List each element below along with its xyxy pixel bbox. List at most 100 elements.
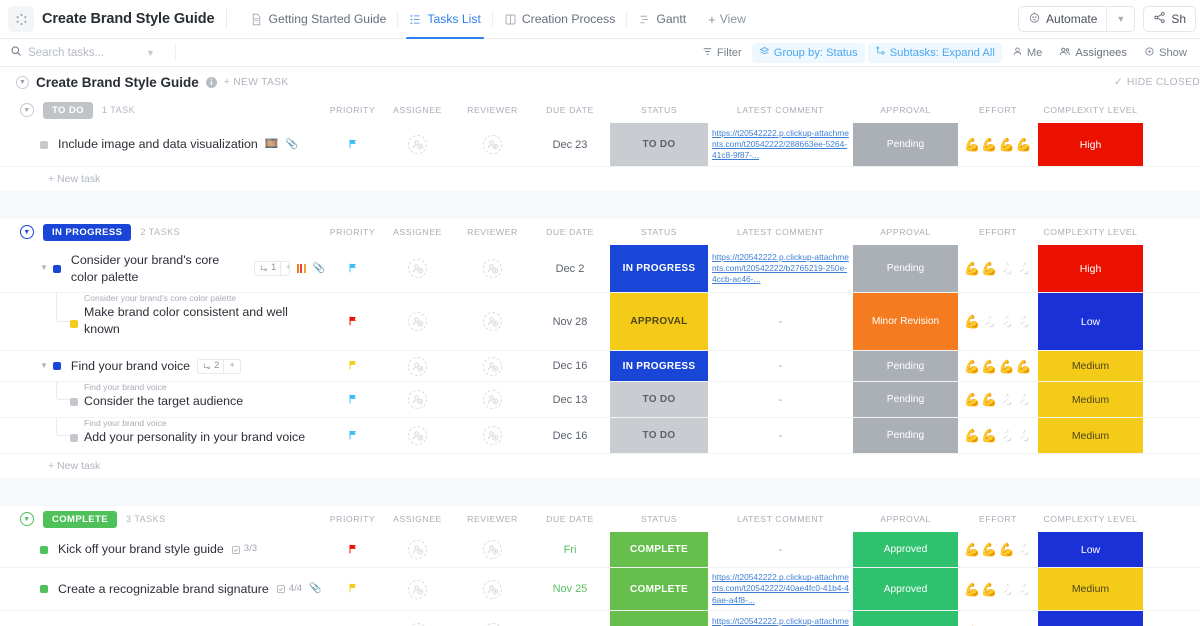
approval-cell[interactable]: Approved [853,568,958,610]
latest-comment-cell[interactable]: https://t20542222.p.clickup-attachments.… [708,245,853,292]
expand-caret-icon[interactable]: ▼ [40,263,48,274]
due-date-cell[interactable]: Dec 16 [530,418,610,453]
add-subtask-button[interactable]: + [280,262,289,275]
effort-rating[interactable]: 💪💪💪💪 [964,360,1032,373]
effort-cell[interactable]: 💪💪💪💪 [958,123,1038,166]
chevron-down-circle-icon[interactable]: ▼ [16,76,29,89]
complexity-cell[interactable]: Low [1038,611,1143,626]
filter-button[interactable]: Filter [695,43,749,63]
task-status-dot[interactable] [53,362,61,370]
task-name-cell[interactable]: Include image and data visualization🎞️📎 [0,123,325,166]
effort-rating[interactable]: 💪💪💪💪 [964,393,1032,406]
latest-comment-cell[interactable]: - [708,532,853,567]
due-date-cell[interactable]: Fri [530,532,610,567]
add-reviewer-icon[interactable] [483,259,502,278]
column-header-assignee[interactable]: ASSIGNEE [380,506,455,532]
task-status-dot[interactable] [53,265,61,273]
add-reviewer-icon[interactable] [483,390,502,409]
task-name-cell[interactable]: ▼Find your brand voice2+ [0,351,325,381]
column-header-complexity-level[interactable]: COMPLEXITY LEVEL [1038,506,1143,532]
subtask-count-badge[interactable]: 2+ [197,359,241,374]
reviewer-cell[interactable] [455,568,530,610]
reviewer-cell[interactable] [455,611,530,626]
comment-link[interactable]: https://t20542222.p.clickup-attachments.… [712,572,849,605]
clickup-logo-icon[interactable] [8,6,34,32]
column-header-approval[interactable]: APPROVAL [853,219,958,245]
assignee-cell[interactable] [380,532,455,567]
column-header-status[interactable]: STATUS [610,506,708,532]
comment-link[interactable]: https://t20542222.p.clickup-attachments.… [712,252,849,285]
complexity-cell[interactable]: Medium [1038,351,1143,381]
group-status-chip[interactable]: IN PROGRESS [43,224,131,241]
approval-cell[interactable]: Pending [853,382,958,417]
priority-cell[interactable] [325,568,380,610]
info-icon[interactable]: i [206,77,217,88]
add-reviewer-icon[interactable] [483,135,502,154]
reviewer-cell[interactable] [455,418,530,453]
approval-cell[interactable]: Pending [853,418,958,453]
latest-comment-cell[interactable]: - [708,382,853,417]
tab-creation-process[interactable]: Creation Process [493,0,626,38]
effort-rating[interactable]: 💪💪💪💪 [964,315,1032,328]
effort-rating[interactable]: 💪💪💪💪 [964,138,1032,151]
me-button[interactable]: Me [1005,43,1050,63]
column-header-approval[interactable]: APPROVAL [853,506,958,532]
priority-cell[interactable] [325,293,380,350]
complexity-cell[interactable]: Medium [1038,568,1143,610]
add-assignee-icon[interactable] [408,259,427,278]
add-reviewer-icon[interactable] [483,357,502,376]
new-task-button[interactable]: + NEW TASK [224,77,289,88]
effort-cell[interactable]: 💪💪💪💪 [958,382,1038,417]
group-collapse-icon[interactable]: ▼ [20,103,34,117]
approval-cell[interactable]: Pending [853,123,958,166]
column-header-reviewer[interactable]: REVIEWER [455,219,530,245]
reviewer-cell[interactable] [455,293,530,350]
tab-tasks-list[interactable]: Tasks List [398,0,492,38]
reviewer-cell[interactable] [455,532,530,567]
latest-comment-cell[interactable]: - [708,351,853,381]
column-header-approval[interactable]: APPROVAL [853,97,958,123]
due-date-cell[interactable]: Dec 16 [530,351,610,381]
column-header-status[interactable]: STATUS [610,97,708,123]
group-status-chip[interactable]: TO DO [43,102,93,119]
column-header-effort[interactable]: EFFORT [958,97,1038,123]
approval-cell[interactable]: Pending [853,245,958,292]
add-assignee-icon[interactable] [408,357,427,376]
column-header-due-date[interactable]: DUE DATE [530,506,610,532]
show-button[interactable]: Show [1137,43,1194,63]
complexity-cell[interactable]: High [1038,245,1143,292]
complexity-cell[interactable]: Medium [1038,382,1143,417]
add-reviewer-icon[interactable] [483,312,502,331]
latest-comment-cell[interactable]: - [708,418,853,453]
column-header-due-date[interactable]: DUE DATE [530,219,610,245]
priority-cell[interactable] [325,532,380,567]
task-status-dot[interactable] [70,434,78,442]
share-button[interactable]: Sh [1143,6,1196,32]
status-cell[interactable]: COMPLETE [610,611,708,626]
add-assignee-icon[interactable] [408,312,427,331]
complexity-cell[interactable]: Low [1038,532,1143,567]
task-status-dot[interactable] [70,320,78,328]
assignee-cell[interactable] [380,418,455,453]
table-row[interactable]: ▼Consider your brand's core color palett… [0,245,1200,293]
table-row[interactable]: Include image and data visualization🎞️📎D… [0,123,1200,167]
table-row[interactable]: Kick off your brand style guide3/3FriCOM… [0,532,1200,568]
status-cell[interactable]: IN PROGRESS [610,245,708,292]
status-cell[interactable]: IN PROGRESS [610,351,708,381]
group-by-button[interactable]: Group by: Status [752,43,865,63]
tab-getting-started-guide[interactable]: Getting Started Guide [239,0,397,38]
column-header-assignee[interactable]: ASSIGNEE [380,219,455,245]
column-header-latest-comment[interactable]: LATEST COMMENT [708,97,853,123]
reviewer-cell[interactable] [455,245,530,292]
complexity-cell[interactable]: Low [1038,293,1143,350]
task-name-cell[interactable]: Kick off your brand style guide3/3 [0,532,325,567]
approval-cell[interactable]: Pending [853,351,958,381]
status-cell[interactable]: APPROVAL [610,293,708,350]
add-subtask-button[interactable]: + [223,360,240,373]
reviewer-cell[interactable] [455,382,530,417]
assignee-cell[interactable] [380,611,455,626]
task-name-cell[interactable]: Find your brand voiceConsider the target… [0,382,325,417]
reviewer-cell[interactable] [455,351,530,381]
add-reviewer-icon[interactable] [483,426,502,445]
add-assignee-icon[interactable] [408,135,427,154]
